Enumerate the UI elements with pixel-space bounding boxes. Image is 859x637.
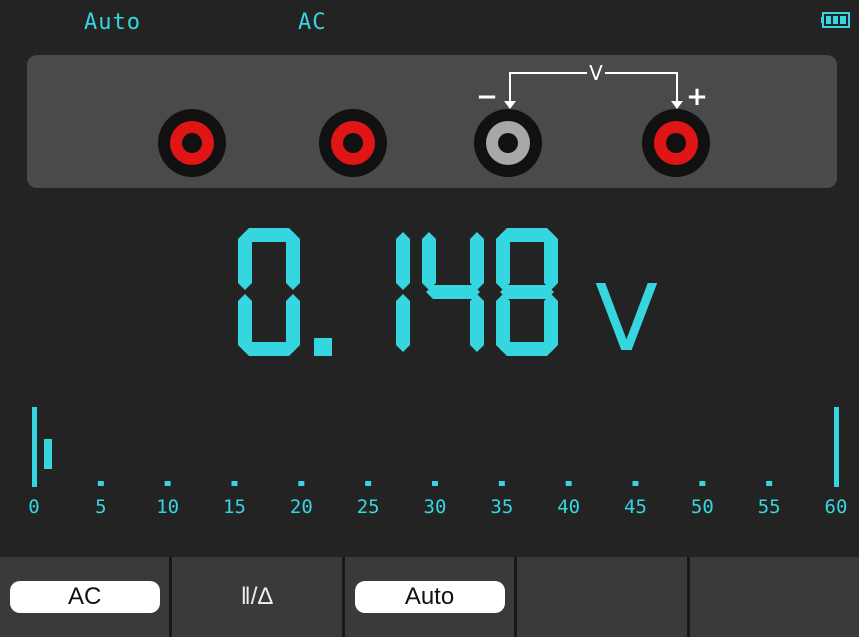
- bargraph-tick: [97, 481, 104, 486]
- coupling-indicator: AC: [298, 10, 327, 35]
- com-jack: [472, 107, 544, 179]
- bargraph-tick: [766, 481, 773, 486]
- battery-full-icon: [821, 12, 851, 28]
- input-jack-1: [156, 107, 228, 179]
- bargraph-scale-label: 50: [691, 496, 714, 518]
- bargraph-scale-label: 15: [223, 496, 246, 518]
- reading-decimal-point: [314, 338, 332, 356]
- softkey-bar: AC ‖/Δ Auto: [0, 557, 859, 637]
- softkey-5[interactable]: [689, 557, 859, 637]
- softkey-1-label: AC: [9, 581, 160, 613]
- wiring-voltage-label: V: [589, 61, 603, 85]
- bargraph-right-endstop: [834, 407, 839, 487]
- bargraph-tick: [231, 481, 238, 486]
- bargraph-scale-label: 60: [825, 496, 848, 518]
- bargraph-scale-label: 45: [624, 496, 647, 518]
- bargraph-level-indicator: [44, 439, 52, 469]
- reading-digit-0: [238, 228, 300, 356]
- voltage-probe-wiring: V − +: [476, 61, 708, 112]
- softkey-2-label: ‖/Δ: [240, 583, 274, 610]
- multimeter-screen: Auto AC V − + V 0 5 10 15 20 25 30 35 40…: [0, 0, 859, 637]
- reading-digits: [238, 228, 558, 356]
- bargraph-scale-label: 35: [490, 496, 513, 518]
- range-mode-indicator: Auto: [84, 10, 141, 35]
- reading-unit: V: [595, 265, 658, 368]
- bargraph-tick: [365, 481, 372, 486]
- main-reading: V: [238, 228, 658, 368]
- bargraph-tick: [498, 481, 505, 486]
- bargraph-tick: [298, 481, 305, 486]
- bargraph-scale-label: 5: [95, 496, 106, 518]
- reading-digit-1: [396, 232, 410, 352]
- bargraph-tick: [699, 481, 706, 486]
- reading-digit-2: [422, 232, 484, 352]
- input-jack-2: [317, 107, 389, 179]
- bargraph-scale-label: 55: [758, 496, 781, 518]
- bargraph-tick: [632, 481, 639, 486]
- softkey-3[interactable]: Auto: [344, 557, 515, 637]
- bargraph-scale-label: 25: [357, 496, 380, 518]
- bargraph-scale-label: 0: [28, 496, 39, 518]
- bargraph-scale-label: 10: [156, 496, 179, 518]
- softkey-1[interactable]: AC: [0, 557, 170, 637]
- analog-bargraph: 0 5 10 15 20 25 30 35 40 45 50 55 60: [0, 395, 859, 525]
- reading-digit-3: [496, 228, 558, 356]
- bargraph-left-endstop: [32, 407, 37, 487]
- bargraph-scale-label: 20: [290, 496, 313, 518]
- bargraph-tick: [164, 481, 171, 486]
- bargraph-scale-label: 40: [557, 496, 580, 518]
- softkey-2[interactable]: ‖/Δ: [172, 557, 342, 637]
- bargraph-tick: [565, 481, 572, 486]
- softkey-3-label: Auto: [354, 581, 505, 613]
- softkey-4[interactable]: [517, 557, 687, 637]
- probe-connection-panel: V − +: [27, 55, 837, 188]
- voltage-jack: [640, 107, 712, 179]
- bargraph-tick: [432, 481, 438, 486]
- bargraph-scale-label: 30: [424, 496, 447, 518]
